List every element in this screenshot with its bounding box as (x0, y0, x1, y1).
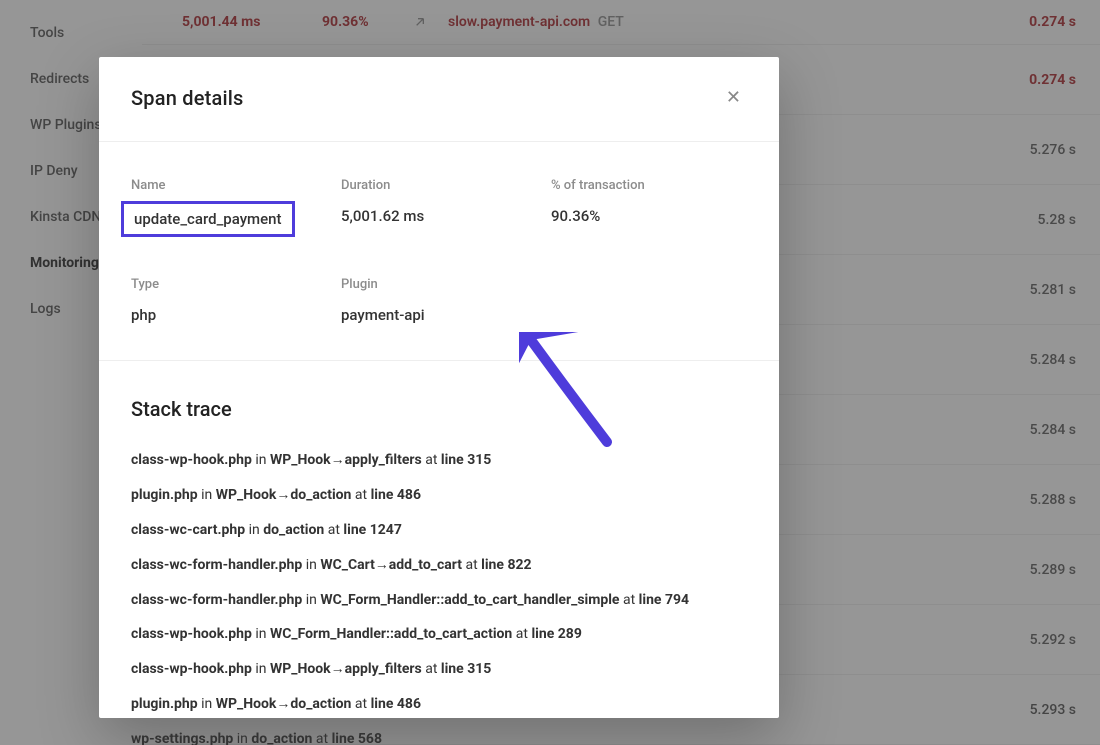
trace-word-in: in (255, 452, 266, 468)
detail-value-plugin: payment-api (341, 306, 551, 324)
trace-line-number: line 315 (441, 452, 491, 468)
trace-line-number: line 568 (332, 731, 382, 745)
close-button[interactable]: ✕ (720, 83, 747, 113)
trace-word-in: in (201, 696, 212, 712)
app-root: Tools Redirects WP Plugins IP Deny Kinst… (0, 0, 1100, 745)
trace-file: class-wp-hook.php (131, 661, 252, 677)
trace-file: class-wc-form-handler.php (131, 592, 302, 608)
trace-word-at: at (623, 592, 635, 608)
detail-value-name: update_card_payment (121, 201, 295, 237)
detail-label: Duration (341, 178, 551, 193)
trace-word-at: at (465, 557, 477, 573)
trace-word-at: at (425, 661, 437, 677)
trace-word-in: in (255, 661, 266, 677)
span-detail-grid: Name update_card_payment Duration 5,001.… (99, 142, 779, 361)
trace-function: WP_Hook→apply_filters (270, 452, 422, 468)
trace-word-at: at (425, 452, 437, 468)
modal-title: Span details (131, 86, 244, 110)
trace-word-in: in (249, 522, 260, 538)
stack-trace-line: class-wp-hook.php in WC_Form_Handler::ad… (131, 625, 747, 644)
trace-function: WC_Form_Handler::add_to_cart_handler_sim… (320, 592, 619, 608)
trace-line-number: line 486 (371, 487, 421, 503)
detail-value-duration: 5,001.62 ms (341, 207, 551, 225)
span-details-modal: Span details ✕ Name update_card_payment … (99, 57, 779, 718)
trace-function: WP_Hook→do_action (216, 696, 352, 712)
trace-file: class-wp-hook.php (131, 626, 252, 642)
stack-trace-section: Stack trace class-wp-hook.php in WP_Hook… (99, 361, 779, 745)
trace-function: WP_Hook→apply_filters (270, 661, 422, 677)
detail-value-percent: 90.36% (551, 207, 747, 225)
close-icon: ✕ (726, 87, 741, 108)
trace-word-at: at (316, 731, 328, 745)
trace-file: plugin.php (131, 696, 198, 712)
trace-line-number: line 289 (531, 626, 581, 642)
stack-trace-line: class-wc-form-handler.php in WC_Form_Han… (131, 591, 747, 610)
trace-word-in: in (237, 731, 248, 745)
trace-function: do_action (251, 731, 312, 745)
stack-trace-list: class-wp-hook.php in WP_Hook→apply_filte… (131, 451, 747, 745)
trace-word-in: in (306, 557, 317, 573)
stack-trace-line: class-wp-hook.php in WP_Hook→apply_filte… (131, 451, 747, 470)
detail-label: Type (131, 277, 341, 292)
trace-function: WC_Form_Handler::add_to_cart_action (270, 626, 512, 642)
trace-line-number: line 822 (481, 557, 531, 573)
detail-name: Name update_card_payment (131, 178, 341, 237)
trace-file: class-wc-form-handler.php (131, 557, 302, 573)
trace-file: class-wc-cart.php (131, 522, 245, 538)
trace-word-at: at (328, 522, 340, 538)
detail-value-type: php (131, 306, 341, 324)
trace-file: class-wp-hook.php (131, 452, 252, 468)
trace-word-in: in (255, 626, 266, 642)
stack-trace-line: plugin.php in WP_Hook→do_action at line … (131, 486, 747, 505)
trace-word-in: in (306, 592, 317, 608)
stack-trace-line: class-wc-form-handler.php in WC_Cart→add… (131, 556, 747, 575)
trace-file: plugin.php (131, 487, 198, 503)
trace-word-at: at (516, 626, 528, 642)
stack-trace-title: Stack trace (131, 397, 747, 421)
trace-function: WP_Hook→do_action (216, 487, 352, 503)
trace-word-at: at (355, 696, 367, 712)
trace-line-number: line 315 (441, 661, 491, 677)
detail-type: Type php (131, 277, 341, 324)
trace-file: wp-settings.php (131, 731, 233, 745)
detail-plugin: Plugin payment-api (341, 277, 551, 324)
detail-percent: % of transaction 90.36% (551, 178, 747, 237)
detail-label: Plugin (341, 277, 551, 292)
detail-label: Name (131, 178, 341, 193)
modal-header: Span details ✕ (99, 57, 779, 142)
trace-function: do_action (263, 522, 324, 538)
trace-line-number: line 1247 (343, 522, 401, 538)
detail-duration: Duration 5,001.62 ms (341, 178, 551, 237)
stack-trace-line: class-wp-hook.php in WP_Hook→apply_filte… (131, 660, 747, 679)
trace-word-at: at (355, 487, 367, 503)
stack-trace-line: class-wc-cart.php in do_action at line 1… (131, 521, 747, 540)
trace-line-number: line 794 (639, 592, 689, 608)
detail-label: % of transaction (551, 178, 747, 193)
trace-line-number: line 486 (371, 696, 421, 712)
stack-trace-line: wp-settings.php in do_action at line 568 (131, 730, 747, 745)
trace-word-in: in (201, 487, 212, 503)
stack-trace-line: plugin.php in WP_Hook→do_action at line … (131, 695, 747, 714)
trace-function: WC_Cart→add_to_cart (320, 557, 462, 573)
